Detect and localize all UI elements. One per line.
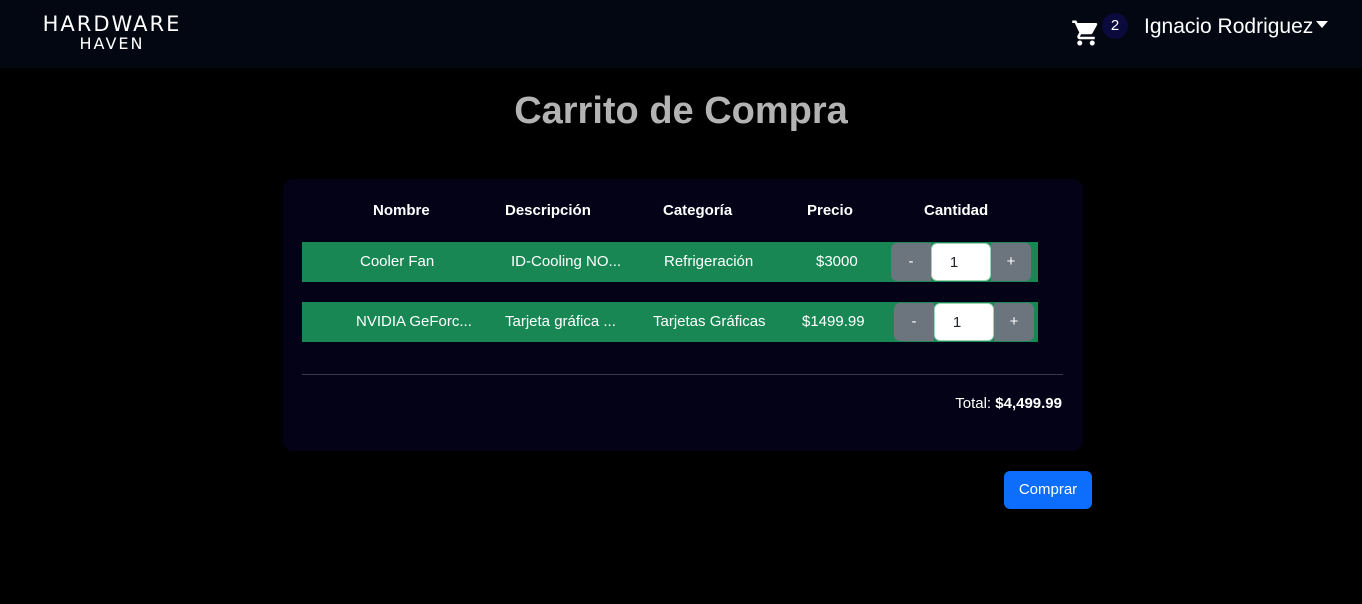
increase-quantity-button[interactable]: + <box>991 243 1031 281</box>
brand-logo[interactable]: HARDWARE HAVEN <box>27 14 197 52</box>
total-value: $4,499.99 <box>995 395 1062 412</box>
buy-button[interactable]: Comprar <box>1004 471 1092 509</box>
header-cantidad: Cantidad <box>924 202 989 219</box>
cart-count-badge: 2 <box>1102 13 1128 39</box>
cell-descripcion: Tarjeta gráfica ... <box>505 313 616 330</box>
user-dropdown[interactable]: Ignacio Rodriguez <box>1144 15 1329 41</box>
header-precio: Precio <box>807 202 853 219</box>
logo-line-1: HARDWARE <box>42 12 182 36</box>
quantity-input[interactable] <box>931 243 991 281</box>
decrease-quantity-button[interactable]: - <box>894 303 934 341</box>
cell-precio: $3000 <box>816 253 858 270</box>
total-label: Total: <box>955 395 992 412</box>
cell-descripcion: ID-Cooling NO... <box>511 253 622 270</box>
header-categoria: Categoría <box>663 202 733 219</box>
cart-card: Nombre Descripción Categoría Precio Cant… <box>283 179 1083 451</box>
cell-nombre: Cooler Fan <box>360 253 435 270</box>
table-row: NVIDIA GeForc... Tarjeta gráfica ... Tar… <box>302 302 1038 342</box>
cell-categoria: Tarjetas Gráficas <box>653 313 766 330</box>
caret-down-icon <box>1316 21 1329 28</box>
quantity-input[interactable] <box>934 303 994 341</box>
shopping-cart-icon <box>1072 20 1098 46</box>
cart-button[interactable] <box>1071 18 1101 48</box>
header-nombre: Nombre <box>373 202 430 219</box>
cell-categoria: Refrigeración <box>664 253 754 270</box>
header-descripcion: Descripción <box>505 202 591 219</box>
cell-nombre: NVIDIA GeForc... <box>356 313 472 330</box>
user-name: Ignacio Rodriguez <box>1144 15 1314 38</box>
logo-line-2: HAVEN <box>79 34 145 53</box>
divider <box>302 374 1063 375</box>
cell-precio: $1499.99 <box>802 313 865 330</box>
navbar: HARDWARE HAVEN 2 Ignacio Rodriguez <box>0 0 1362 68</box>
page-title: Carrito de Compra <box>514 90 848 132</box>
total-summary: Total: $4,499.99 <box>955 395 1062 412</box>
table-row: Cooler Fan ID-Cooling NO... Refrigeració… <box>302 242 1038 282</box>
increase-quantity-button[interactable]: + <box>994 303 1034 341</box>
decrease-quantity-button[interactable]: - <box>891 243 931 281</box>
